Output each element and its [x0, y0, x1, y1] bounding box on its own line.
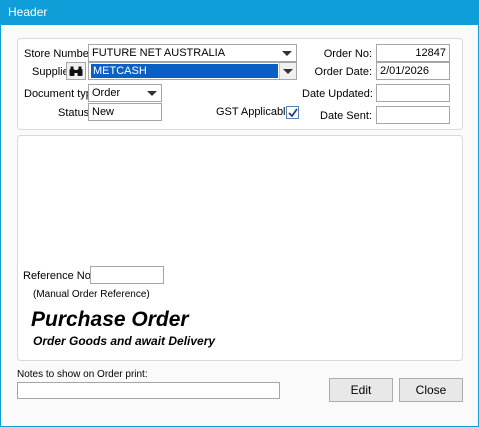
store-number-value: FUTURE NET AUSTRALIA: [92, 47, 226, 59]
notes-label: Notes to show on Order print:: [17, 369, 148, 380]
status-field[interactable]: New: [88, 103, 162, 121]
date-updated-field[interactable]: [376, 84, 450, 102]
order-no-field[interactable]: 12847: [376, 44, 450, 62]
order-no-label: Order No:: [323, 48, 372, 60]
store-number-dropdown[interactable]: FUTURE NET AUSTRALIA: [88, 44, 297, 62]
window-body: Store Number FUTURE NET AUSTRALIA Suppli…: [0, 25, 479, 427]
supplier-search-button[interactable]: [66, 62, 86, 80]
reference-no-field[interactable]: [90, 266, 164, 284]
date-updated-label: Date Updated:: [302, 88, 373, 100]
gst-applicable-checkbox[interactable]: [286, 106, 299, 119]
document-title: Purchase Order: [31, 308, 189, 331]
order-date-value: 2/01/2026: [380, 65, 429, 77]
close-button[interactable]: Close: [399, 378, 463, 402]
store-number-label: Store Number: [24, 48, 93, 60]
edit-button[interactable]: Edit: [329, 378, 393, 402]
date-sent-label: Date Sent:: [320, 110, 372, 122]
header-panel: Store Number FUTURE NET AUSTRALIA Suppli…: [17, 38, 463, 130]
supplier-dropdown[interactable]: METCASH: [88, 62, 297, 80]
document-type-dropdown[interactable]: Order: [88, 84, 162, 102]
document-panel: Reference No: (Manual Order Reference) P…: [17, 135, 463, 361]
checkmark-icon: [287, 107, 298, 117]
reference-hint: (Manual Order Reference): [33, 289, 150, 300]
document-type-label: Document type: [24, 88, 98, 100]
window-title: Header: [8, 5, 48, 19]
binoculars-icon: [69, 66, 83, 76]
document-type-value: Order: [92, 87, 121, 99]
supplier-value: METCASH: [91, 64, 278, 78]
chevron-down-icon: [282, 51, 292, 56]
date-sent-field[interactable]: [376, 106, 450, 124]
status-value: New: [92, 106, 115, 118]
notes-field[interactable]: [17, 382, 280, 399]
chevron-down-icon: [283, 69, 293, 74]
order-no-value: 12847: [415, 47, 446, 59]
gst-applicable-label: GST Applicable: [216, 106, 292, 118]
status-label: Status: [58, 107, 90, 119]
reference-no-label: Reference No:: [23, 270, 94, 282]
document-subtitle: Order Goods and await Delivery: [33, 334, 216, 348]
chevron-down-icon: [147, 91, 157, 96]
window-titlebar: Header: [0, 0, 479, 25]
order-date-label: Order Date:: [314, 66, 372, 78]
order-date-field[interactable]: 2/01/2026: [376, 62, 450, 80]
